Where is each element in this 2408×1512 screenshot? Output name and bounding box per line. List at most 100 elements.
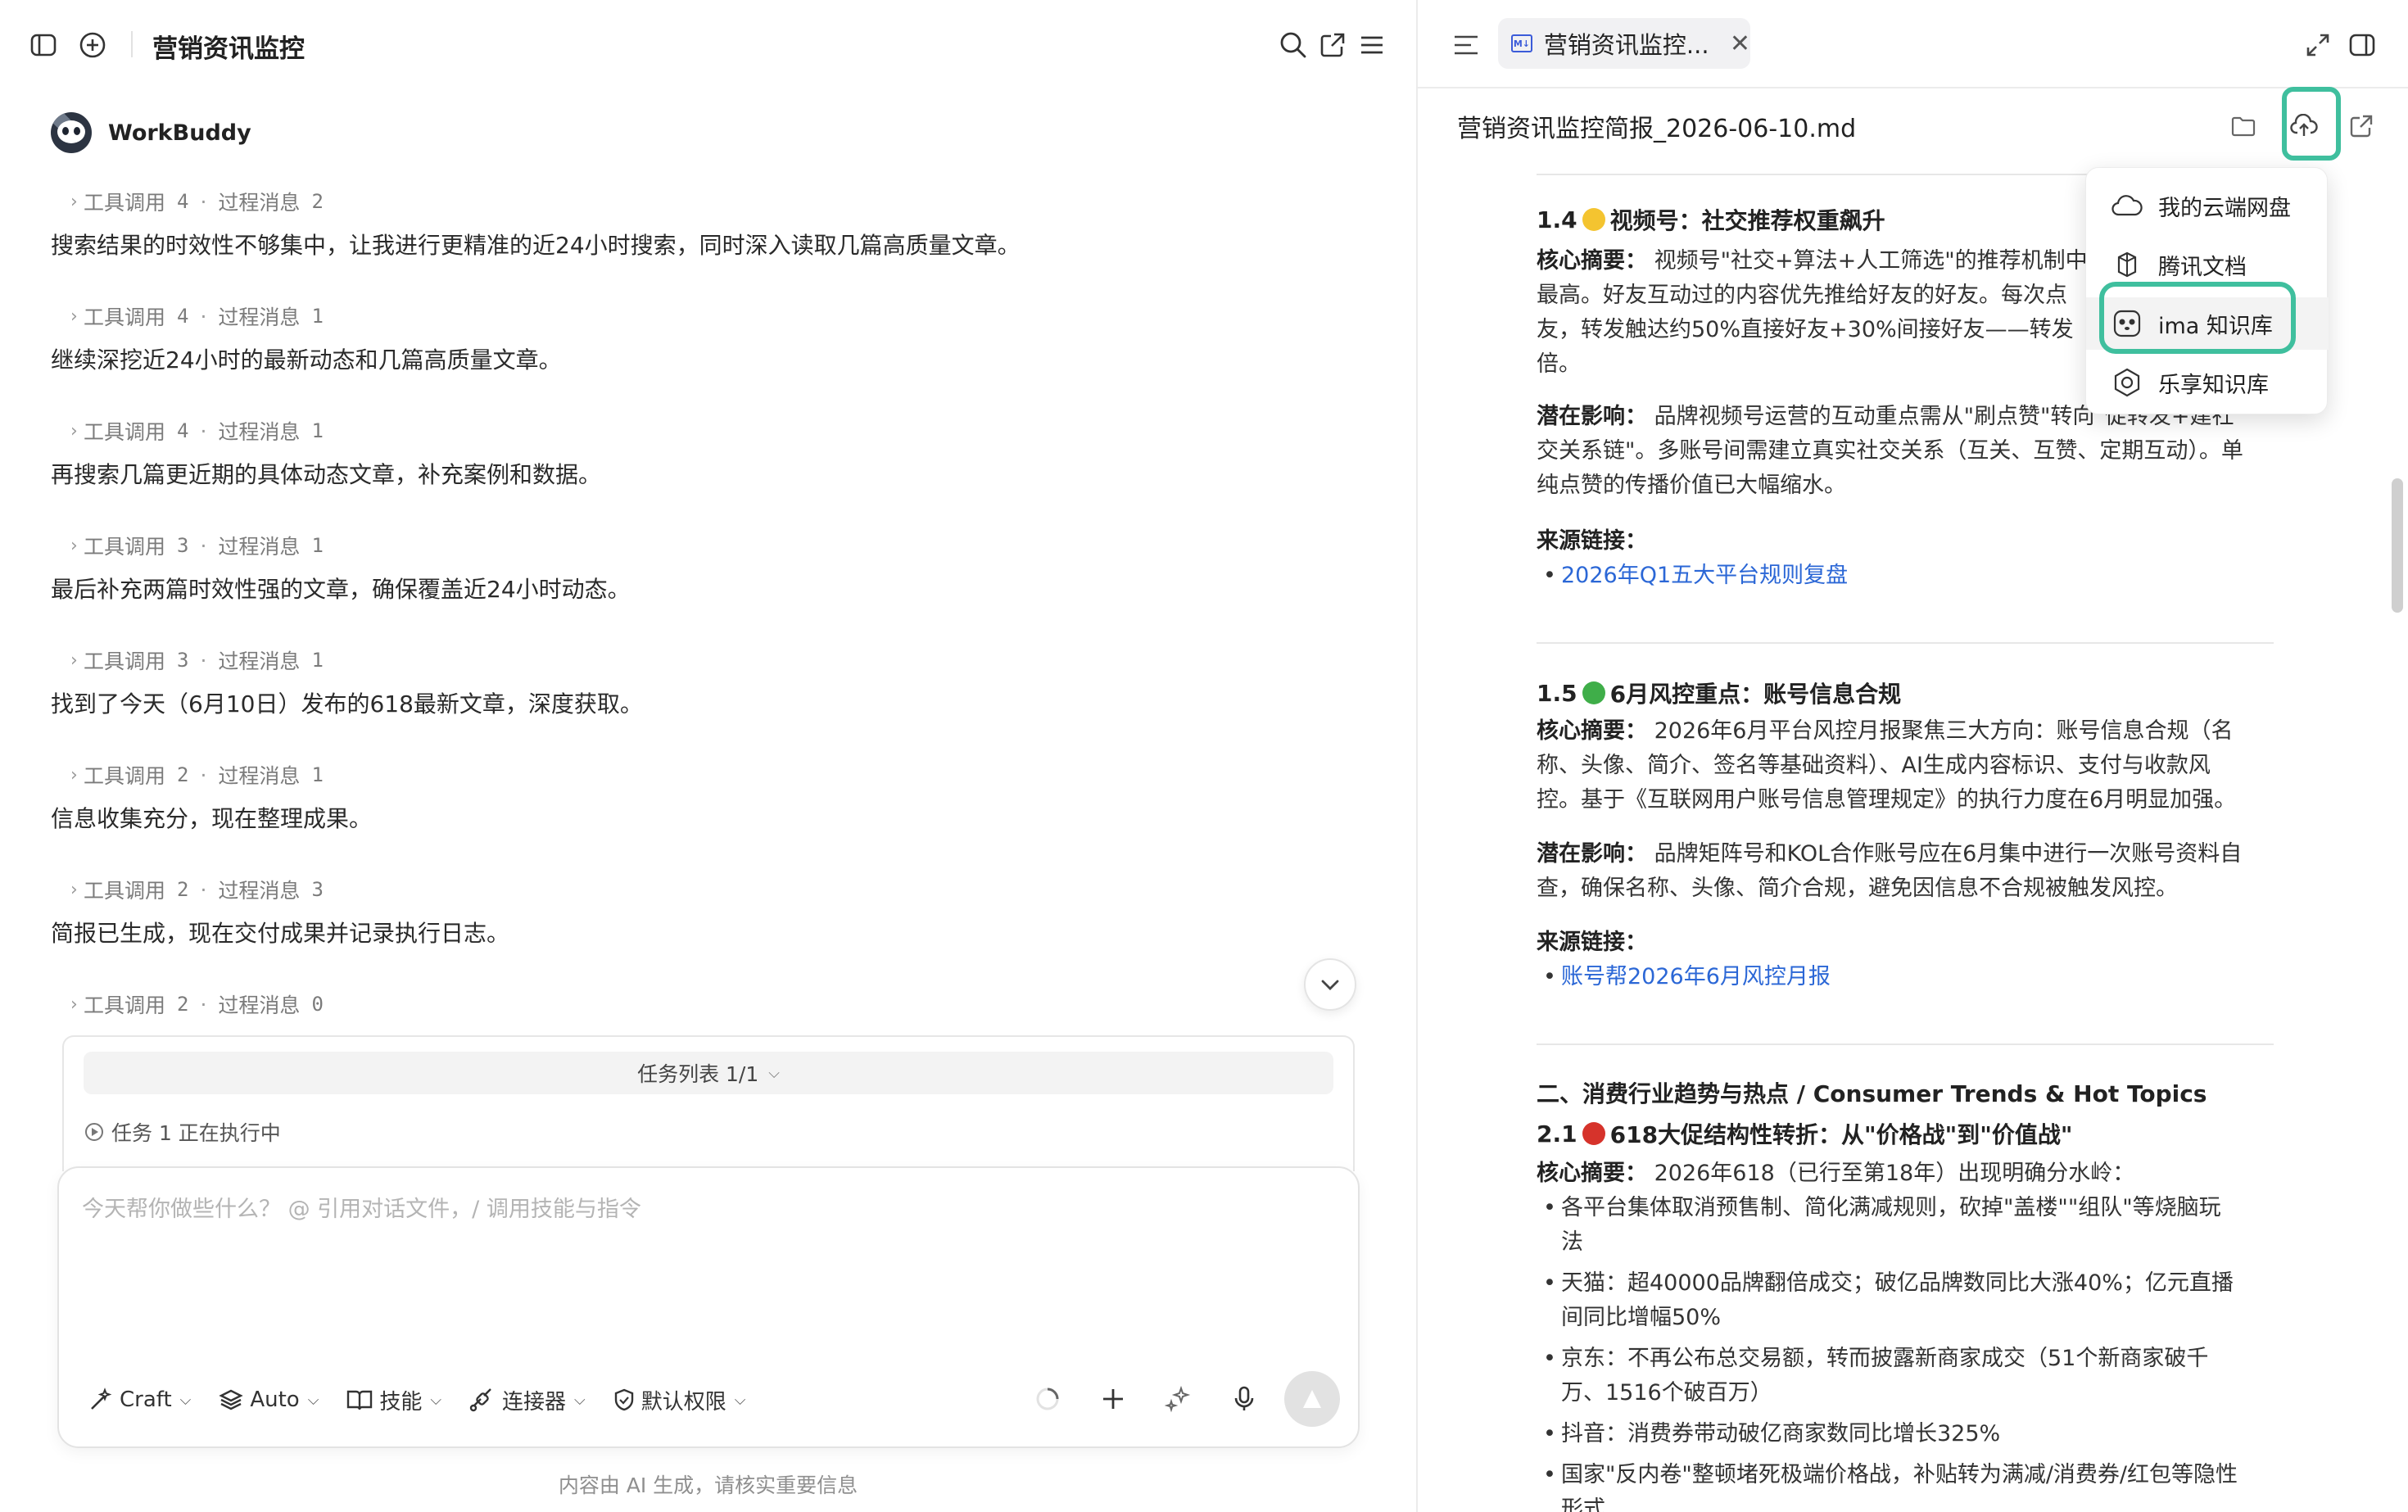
para-line: 控。基于《互联网用户账号信息管理规定》的执行力度在6月明显加强。 xyxy=(1537,787,2237,813)
share-icon[interactable] xyxy=(1317,29,1348,61)
microphone-icon[interactable] xyxy=(1225,1380,1263,1418)
menu-item-lexiang-kb[interactable]: 乐享知识库 xyxy=(2086,356,2329,409)
process-label: 过程消息 xyxy=(218,764,301,788)
layers-icon xyxy=(219,1388,244,1412)
plug-icon xyxy=(469,1388,496,1412)
process-count: 1 xyxy=(311,419,324,442)
tool-summary-row[interactable]: › 工具调用 2 · 过程消息 1 xyxy=(51,760,1378,790)
source-link-item: • 账号帮2026年6月风控月报 xyxy=(1537,960,1831,994)
sparkle-icon[interactable] xyxy=(1160,1380,1197,1418)
para-line: 交关系链"。多账号间需建立真实社交关系（互关、互赞、定期互动）。单 xyxy=(1537,438,2243,464)
panel-toggle-icon[interactable] xyxy=(2347,29,2378,61)
composer-toolbar: Craft ⌵ Auto ⌵ 技能 ⌵ 连接器 ⌵ 默认权限 ⌵ xyxy=(88,1381,773,1419)
menu-item-cloud-drive[interactable]: 我的云端网盘 xyxy=(2086,179,2329,232)
bullet-line: 间同比增幅50% xyxy=(1561,1305,1722,1330)
chat-toolbar: 营销资讯监控 xyxy=(0,0,1416,90)
task-item-label: 任务 1 正在执行中 xyxy=(111,1121,281,1145)
chevron-right-icon[interactable]: › xyxy=(51,536,84,556)
process-count: 1 xyxy=(311,534,324,557)
menu-item-label: 乐享知识库 xyxy=(2158,372,2269,398)
section-1-5-heading: 1.5 6月风控重点：账号信息合规 xyxy=(1537,677,1901,709)
message-item: › 工具调用 4 · 过程消息 1 继续深挖近24小时的最新动态和几篇高质量文章。 xyxy=(51,301,1378,377)
process-label: 过程消息 xyxy=(218,535,301,559)
para-line: 称、头像、简介、签名等基础资料）、AI生成内容标识、支付与收款风 xyxy=(1537,753,2211,778)
sidebar-toggle-icon[interactable] xyxy=(28,29,59,61)
craft-mode-selector[interactable]: Craft ⌵ xyxy=(88,1388,191,1412)
expand-icon[interactable] xyxy=(2302,29,2333,61)
ai-disclaimer: 内容由 AI 生成，请核实重要信息 xyxy=(558,1474,858,1497)
ima-highlight-box xyxy=(2099,282,2296,354)
chevron-right-icon[interactable]: › xyxy=(51,306,84,327)
process-label: 过程消息 xyxy=(218,994,301,1017)
chevron-right-icon[interactable]: › xyxy=(51,421,84,441)
tool-summary-row[interactable]: › 工具调用 2 · 过程消息 0 xyxy=(51,989,1378,1019)
composer-input[interactable]: 今天帮你做些什么？ @ 引用对话文件，/ 调用技能与指令 xyxy=(82,1191,641,1223)
tool-summary-row[interactable]: › 工具调用 2 · 过程消息 3 xyxy=(51,875,1378,904)
para-line: 纯点赞的传播价值已大幅缩水。 xyxy=(1537,473,1846,498)
outline-icon[interactable] xyxy=(1451,29,1482,61)
message-text: 继续深挖近24小时的最新动态和几篇高质量文章。 xyxy=(51,346,562,373)
message-item: › 工具调用 3 · 过程消息 1 最后补充两篇时效性强的文章，确保覆盖近24小时动态。 xyxy=(51,531,1378,606)
message-text: 最后补充两篇时效性强的文章，确保覆盖近24小时动态。 xyxy=(51,576,631,603)
tool-summary-row[interactable]: › 工具调用 3 · 过程消息 1 xyxy=(51,645,1378,675)
chevron-right-icon[interactable]: › xyxy=(51,192,84,212)
tool-summary-row[interactable]: › 工具调用 3 · 过程消息 1 xyxy=(51,531,1378,560)
agent-avatar xyxy=(51,112,92,153)
send-button[interactable] xyxy=(1284,1371,1340,1427)
craft-label: Craft xyxy=(120,1388,172,1412)
tool-call-label: 工具调用 xyxy=(84,306,166,329)
section-divider xyxy=(1537,642,2274,644)
task-item: 任务 1 正在执行中 xyxy=(85,1117,281,1147)
wand-icon xyxy=(88,1388,113,1412)
scroll-to-bottom-button[interactable] xyxy=(1304,958,1356,1011)
message-item: › 工具调用 2 · 过程消息 0 xyxy=(51,989,1378,1019)
para-line: 视频号"社交+算法+人工筛选"的推荐机制中 xyxy=(1654,248,2088,274)
lexiang-icon xyxy=(2111,366,2143,399)
chevron-right-icon[interactable]: › xyxy=(51,880,84,900)
source-label: 来源链接： xyxy=(1537,524,1647,559)
document-scrollbar[interactable] xyxy=(2392,478,2403,613)
permission-selector[interactable]: 默认权限 ⌵ xyxy=(613,1385,746,1415)
section-2-1-heading: 2.1 618大促结构性转折：从"价格战"到"价值战" xyxy=(1537,1117,2072,1150)
tencent-docs-icon xyxy=(2111,248,2143,281)
heading-number: 1.5 xyxy=(1537,679,1577,707)
chevron-right-icon[interactable]: › xyxy=(51,994,84,1015)
tool-summary-row[interactable]: › 工具调用 4 · 过程消息 1 xyxy=(51,301,1378,331)
chevron-right-icon[interactable]: › xyxy=(51,765,84,785)
chevron-down-icon: ⌵ xyxy=(307,1391,319,1409)
add-icon[interactable] xyxy=(1094,1380,1132,1418)
toolbar-divider xyxy=(131,31,133,57)
bullet-item: • 天猫：超40000品牌翻倍成交；破亿品牌数同比大涨40%；亿元直播 间同比增幅5… xyxy=(1543,1270,2234,1330)
connectors-label: 连接器 xyxy=(502,1389,567,1415)
impact-paragraph: 潜在影响： 品牌视频号运营的互动重点需从"刷点赞"转向"促转发+建社 交关系链"… xyxy=(1537,400,2274,503)
process-count: 3 xyxy=(311,878,324,901)
tool-summary-row[interactable]: › 工具调用 4 · 过程消息 1 xyxy=(51,416,1378,446)
task-list-label: 任务列表 1/1 xyxy=(637,1062,759,1086)
process-count: 0 xyxy=(311,993,324,1016)
process-count: 1 xyxy=(311,649,324,672)
search-icon[interactable] xyxy=(1278,29,1309,61)
chevron-down-icon: ⌵ xyxy=(734,1391,746,1409)
external-link-icon[interactable] xyxy=(2347,111,2376,141)
impact-label: 潜在影响： xyxy=(1537,404,1647,429)
source-link[interactable]: 账号帮2026年6月风控月报 xyxy=(1561,960,1831,994)
source-link[interactable]: 2026年Q1五大平台规则复盘 xyxy=(1561,559,1848,593)
model-selector[interactable]: Auto ⌵ xyxy=(219,1388,319,1412)
connectors-selector[interactable]: 连接器 ⌵ xyxy=(469,1385,586,1415)
tool-call-count: 4 xyxy=(177,305,189,328)
tool-summary-row[interactable]: › 工具调用 4 · 过程消息 2 xyxy=(51,187,1378,216)
message-text: 信息收集充分，现在整理成果。 xyxy=(51,805,373,832)
task-list-toggle[interactable]: 任务列表 1/1 ⌵ xyxy=(84,1052,1333,1094)
menu-icon[interactable] xyxy=(1356,29,1387,61)
tool-call-count: 2 xyxy=(177,993,189,1016)
bullet-item: • 各平台集体取消预售制、简化满减规则，砍掉"盖楼""组队"等烧脑玩法 xyxy=(1543,1195,2221,1255)
menu-item-label: 腾讯文档 xyxy=(2158,254,2247,280)
new-chat-icon[interactable] xyxy=(77,29,108,61)
skills-selector[interactable]: 技能 ⌵ xyxy=(346,1385,441,1415)
menu-item-label: 我的云端网盘 xyxy=(2158,195,2291,221)
source-label-text: 来源链接： xyxy=(1537,930,1647,955)
task-list-card: 任务列表 1/1 ⌵ 任务 1 正在执行中 xyxy=(62,1035,1355,1171)
chevron-right-icon[interactable]: › xyxy=(51,650,84,671)
core-summary-paragraph: 核心摘要： 2026年618（已行至第18年）出现明确分水岭： xyxy=(1537,1157,2274,1191)
message-composer[interactable]: 今天帮你做些什么？ @ 引用对话文件，/ 调用技能与指令 Craft ⌵ Auto… xyxy=(57,1166,1360,1448)
